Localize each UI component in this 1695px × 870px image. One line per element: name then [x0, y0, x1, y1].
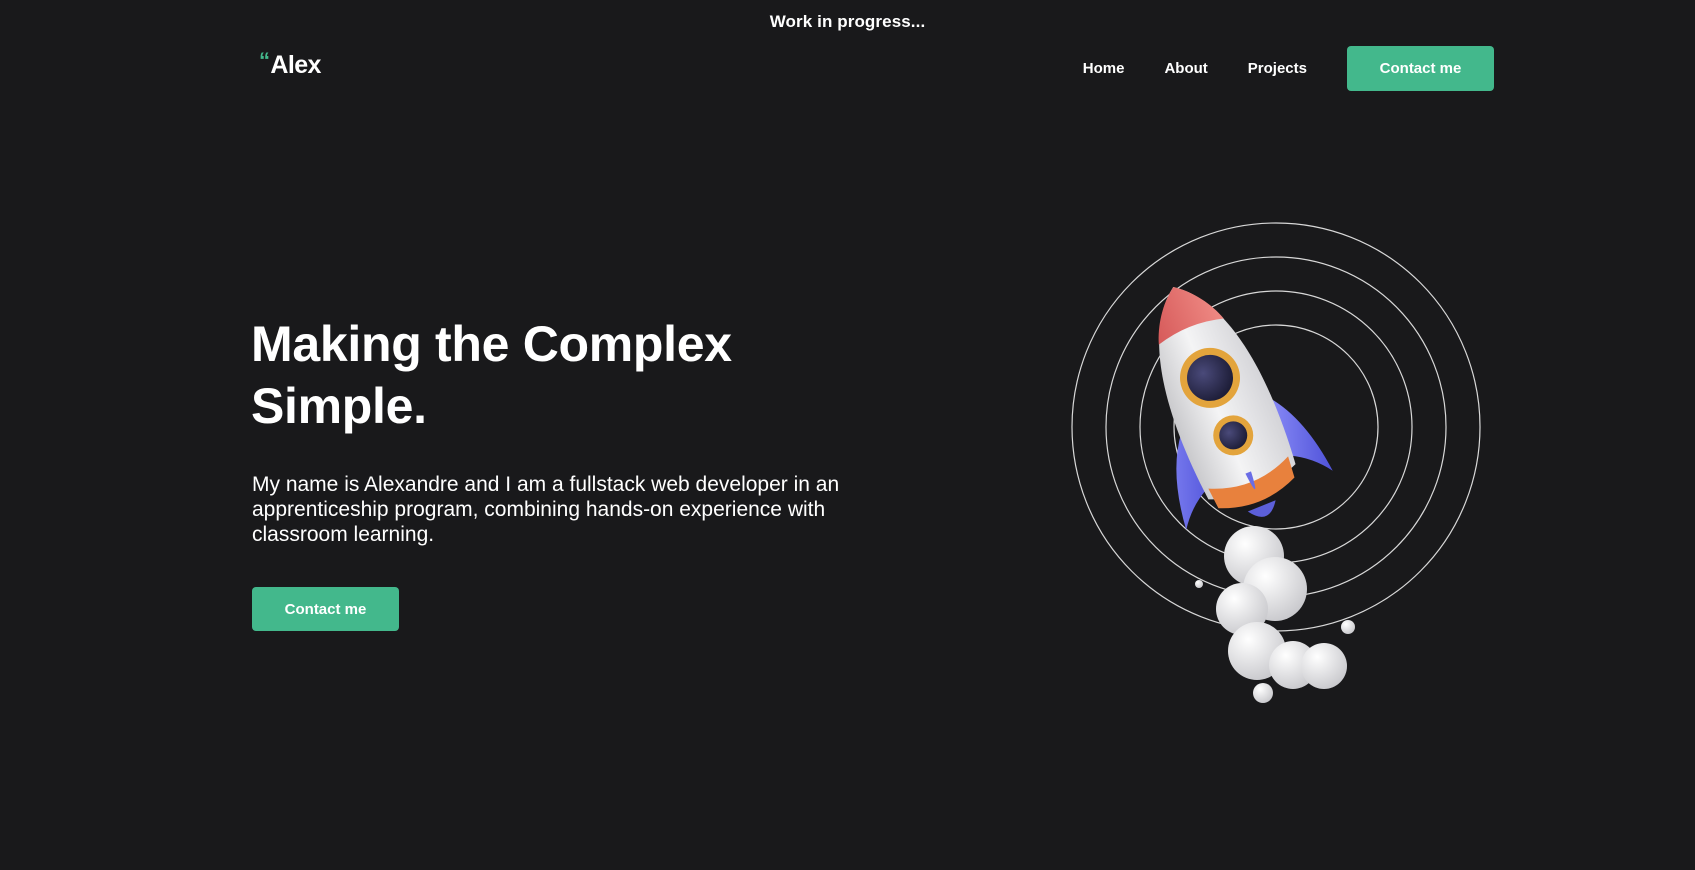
rocket-icon	[1071, 222, 1481, 703]
hero-title: Making the Complex Simple.	[251, 313, 891, 437]
hero-title-line-1: Making the Complex	[251, 316, 732, 372]
nav-contact-button[interactable]: Contact me	[1347, 46, 1494, 91]
smoke-puff	[1341, 620, 1355, 634]
rocket	[1158, 287, 1333, 530]
smoke-puff	[1253, 683, 1273, 703]
hero-contact-button[interactable]: Contact me	[252, 587, 399, 631]
nav-home-link[interactable]: Home	[1083, 60, 1125, 77]
logo-name: Alex	[270, 51, 321, 79]
smoke-puff	[1301, 643, 1347, 689]
smoke-puff	[1195, 580, 1203, 588]
rocket-illustration	[1060, 215, 1500, 715]
main-nav: Home About Projects Contact me	[1083, 46, 1494, 91]
hero-title-line-2: Simple.	[251, 378, 427, 434]
nav-about-link[interactable]: About	[1164, 60, 1207, 77]
nav-projects-link[interactable]: Projects	[1248, 60, 1307, 77]
work-in-progress-banner: Work in progress...	[769, 12, 926, 31]
logo-quote-mark: “	[259, 48, 270, 73]
hero-description: My name is Alexandre and I am a fullstac…	[252, 473, 840, 546]
logo[interactable]: “ Alex	[259, 48, 321, 80]
